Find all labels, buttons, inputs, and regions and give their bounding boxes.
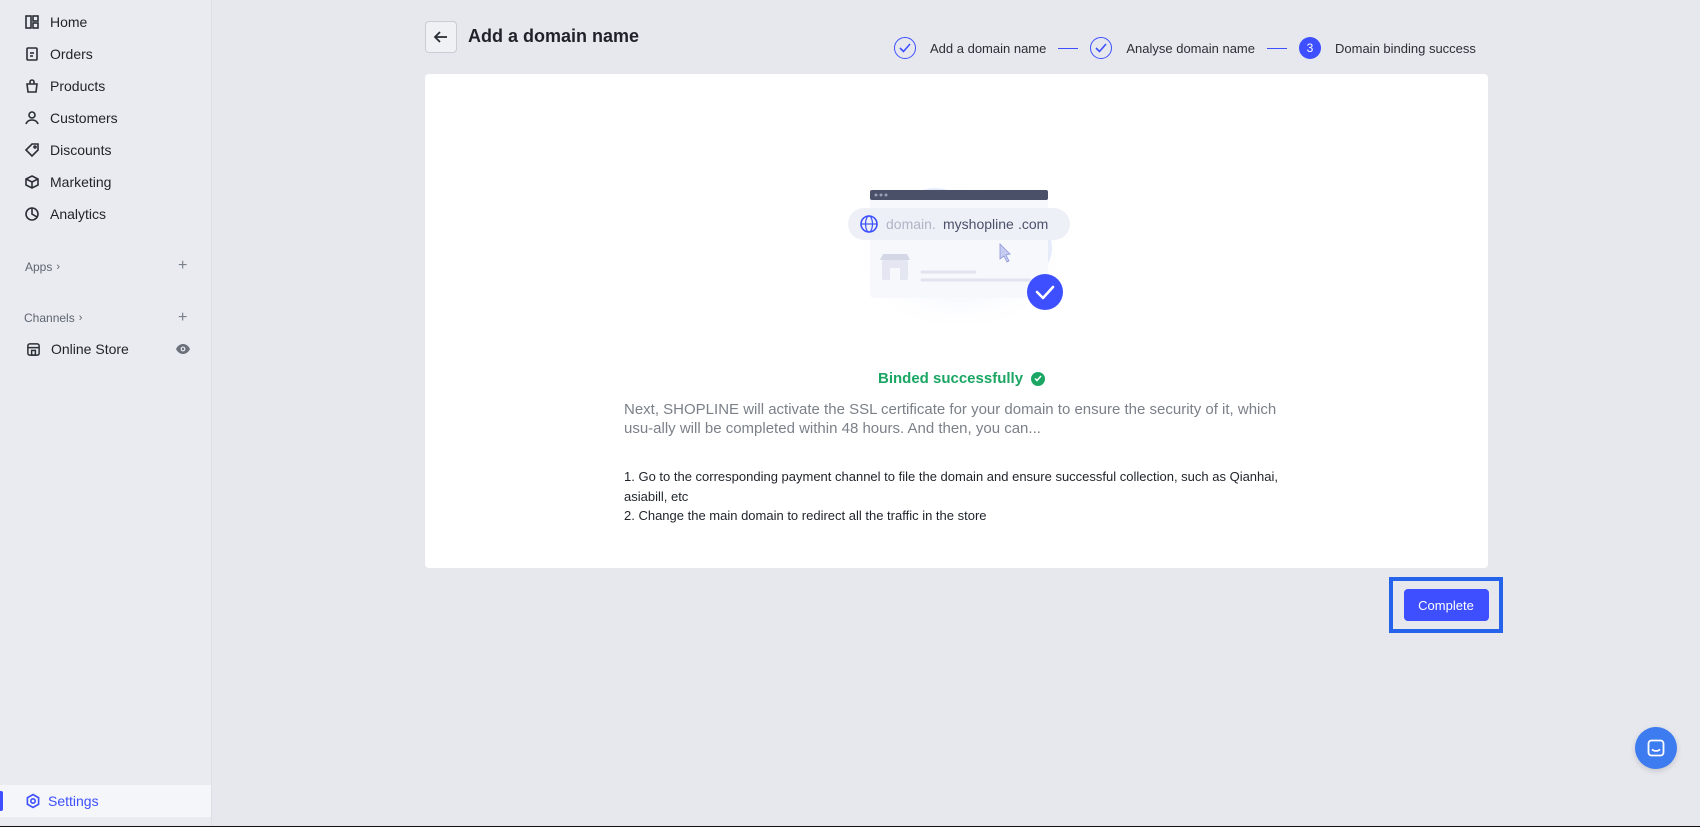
domain-name-text: myshopline (943, 216, 1014, 232)
step-label: Domain binding success (1335, 40, 1476, 56)
back-button[interactable] (425, 21, 457, 53)
home-icon (25, 15, 39, 29)
sidebar-item-label: Analytics (50, 206, 107, 222)
sidebar-item-analytics[interactable]: Analytics (24, 200, 106, 228)
list-item: 2. Change the main domain to redirect al… (624, 508, 987, 523)
sidebar-item-label: Customers (50, 110, 118, 126)
step-label: Analyse domain name (1126, 40, 1255, 56)
next-steps-list: 1. Go to the corresponding payment chann… (624, 467, 1289, 526)
sidebar: Home Orders Products Customers Discounts… (0, 0, 212, 827)
settings-icon (26, 793, 40, 809)
complete-button-highlight: Complete (1389, 577, 1503, 633)
sidebar-item-label: Home (50, 14, 88, 30)
active-indicator (0, 791, 3, 811)
channels-label: Channels (24, 311, 75, 325)
step-done-icon (894, 37, 916, 59)
channels-section-label[interactable]: Channels › (24, 311, 82, 325)
sidebar-item-online-store[interactable]: Online Store (26, 338, 192, 360)
apps-section-label[interactable]: Apps › (25, 260, 60, 274)
step-number: 3 (1299, 37, 1321, 59)
sidebar-item-orders[interactable]: Orders (24, 40, 93, 68)
step-connector (1058, 47, 1079, 49)
success-description: Next, SHOPLINE will activate the SSL cer… (624, 401, 1277, 437)
step-done-icon (1090, 37, 1113, 59)
list-item: 1. Go to the corresponding payment chann… (624, 469, 1278, 504)
apps-label: Apps (25, 260, 53, 274)
complete-button[interactable]: Complete (1403, 589, 1489, 621)
sidebar-item-label: Orders (50, 46, 93, 62)
stepper: Add a domain name Analyse domain name 3 … (894, 36, 1476, 60)
success-title-text: Binded successfully (878, 370, 1024, 387)
arrow-left-icon (433, 31, 447, 43)
store-icon (27, 342, 40, 356)
add-channel-icon[interactable]: + (178, 310, 187, 326)
sidebar-item-marketing[interactable]: Marketing (24, 168, 111, 196)
page-title: Add a domain name (468, 26, 640, 46)
sidebar-item-products[interactable]: Products (24, 72, 105, 100)
customers-icon (25, 111, 39, 125)
sidebar-item-customers[interactable]: Customers (24, 104, 118, 132)
chevron-right-icon: › (56, 261, 61, 273)
domain-success-illustration: domain. myshopline .com (848, 175, 1070, 330)
sidebar-item-label: Discounts (50, 142, 112, 158)
domain-prefix-text: domain. (886, 216, 936, 232)
success-check-icon (1031, 371, 1046, 386)
chat-support-button[interactable] (1635, 727, 1677, 769)
marketing-icon (25, 175, 39, 189)
sidebar-item-label: Online Store (51, 341, 129, 357)
sidebar-item-label: Settings (48, 793, 99, 809)
add-app-icon[interactable]: + (178, 258, 187, 274)
orders-icon (26, 47, 38, 61)
eye-icon[interactable] (175, 342, 191, 356)
sidebar-item-label: Marketing (50, 174, 112, 190)
sidebar-item-discounts[interactable]: Discounts (24, 136, 111, 164)
discounts-icon (24, 143, 39, 158)
chevron-right-icon: › (78, 312, 83, 324)
chat-icon (1647, 739, 1665, 757)
step-connector (1267, 47, 1287, 49)
sidebar-item-settings[interactable]: Settings (0, 785, 211, 817)
sidebar-item-label: Products (50, 78, 106, 94)
analytics-icon (25, 207, 39, 221)
sidebar-item-home[interactable]: Home (24, 8, 87, 36)
domain-suffix-text: .com (1018, 216, 1048, 232)
check-circle-icon (1027, 274, 1063, 310)
products-icon (26, 79, 38, 93)
success-title: Binded successfully (878, 370, 1046, 387)
step-label: Add a domain name (930, 40, 1047, 56)
